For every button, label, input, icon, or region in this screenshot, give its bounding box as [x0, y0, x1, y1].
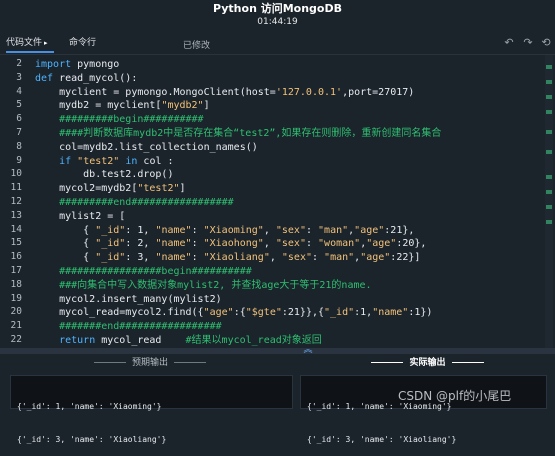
code-line: mylist2 = [: [35, 210, 126, 222]
code-line: mycol2=mydb2["test2"]: [35, 183, 186, 195]
window-title: Python 访问MongoDB: [212, 2, 343, 15]
tab-bar: 代码文件 ▸ 命令行 已修改 ↶ ↷ ⟲: [0, 32, 555, 55]
scrollbar-marker: [546, 220, 552, 224]
code-line: #################begin##########: [35, 266, 252, 277]
reset-icon[interactable]: ⟲: [539, 36, 553, 50]
code-line: db.test2.drop(): [35, 169, 174, 181]
line-number: 21: [10, 320, 22, 332]
code-line: def read_mycol():: [35, 72, 138, 84]
tab-code-file-label: 代码文件: [6, 38, 43, 48]
code-line: #########end#################: [35, 197, 234, 208]
panel-splitter[interactable]: [0, 348, 555, 354]
line-number: 9: [16, 154, 22, 166]
line-number: 22: [10, 334, 22, 345]
code-line: if "test2" in col :: [59, 155, 174, 167]
line-number: 15: [10, 237, 22, 249]
title-bar: Python 访问MongoDB 01:44:19: [0, 0, 555, 32]
modified-status: 已修改: [183, 41, 211, 51]
actual-output-label: 实际输出: [409, 358, 446, 368]
scrollbar-marker: [546, 65, 552, 69]
actual-output-header: 实际输出: [300, 356, 555, 370]
code-line: mycol_read=mycol2.find({"age":{"$gte":21…: [35, 307, 433, 319]
line-number: 13: [10, 209, 22, 221]
line-number: 18: [10, 278, 22, 290]
line-number: 11: [10, 182, 22, 194]
line-number: 7: [16, 127, 22, 138]
undo-icon[interactable]: ↶: [502, 36, 516, 50]
timer: 01:44:19: [257, 17, 298, 27]
scrollbar-marker: [546, 80, 552, 84]
line-number: 14: [10, 223, 22, 235]
code-line: import pymongo: [35, 59, 120, 70]
code-line: #########begin##########: [35, 114, 204, 126]
code-editor[interactable]: 2 3 4 5 6 7 8 9 10 11 12 13 14 15 16 17 18 19 20 21 22 impor…: [0, 55, 555, 348]
splitter-grip-icon[interactable]: ︽: [300, 345, 316, 355]
expected-output-label: 预期输出: [131, 358, 168, 368]
scrollbar-marker: [546, 130, 552, 134]
line-number-gutter: 2 3 4 5 6 7 8 9 10 11 12 13 14 15 16 17 18 19 20 21 22: [0, 55, 26, 348]
line-number: 8: [16, 140, 22, 152]
scrollbar-marker: [546, 95, 552, 99]
code-line: myclient = pymongo.MongoClient(host='127…: [35, 86, 415, 98]
line-number: 16: [10, 251, 22, 263]
scrollbar-marker: [546, 190, 552, 194]
scrollbar-marker: [546, 110, 552, 114]
code-line: #######end#################: [35, 321, 222, 333]
scrollbar-marker: [546, 150, 552, 154]
tab-code-file[interactable]: 代码文件 ▸: [6, 35, 48, 51]
line-number: 4: [16, 85, 22, 97]
line-number: 6: [16, 113, 22, 125]
code-line: ###向集合中写入数据对象mylist2, 并查找age大于等于21的name.: [35, 279, 372, 291]
line-number: 10: [10, 168, 22, 180]
caret-icon: ▸: [44, 39, 48, 47]
code-line: mycol2.insert_many(mylist2): [35, 293, 222, 305]
watermark: CSDN @plf的小尾巴: [398, 389, 512, 403]
active-tab-indicator: [6, 51, 54, 53]
line-number: 19: [10, 292, 22, 304]
line-number: 3: [16, 71, 22, 83]
tab-command-line[interactable]: 命令行: [69, 35, 96, 51]
scrollbar-marker: [546, 205, 552, 209]
expected-output-line: {'_id': 1, 'name': 'Xiaoming'}: [17, 402, 162, 411]
code-line: return mycol_read #结果以mycol_read对象返回: [59, 335, 322, 346]
actual-output-line: {'_id': 3, 'name': 'Xiaoliang'}: [307, 435, 457, 444]
code-line: col=mydb2.list_collection_names(): [35, 141, 258, 153]
code-line: ####判断数据库mydb2中是否存在集合“test2”,如果存在则删除，重新创…: [35, 128, 442, 139]
code-line: { "_id": 3, "name": "Xiaoliang", "sex": …: [35, 252, 421, 264]
expected-output-line: {'_id': 3, 'name': 'Xiaoliang'}: [17, 435, 167, 444]
code-line: mydb2 = myclient["mydb2"]: [35, 100, 210, 112]
code-line: { "_id": 2, "name": "Xiaohong", "sex": "…: [35, 238, 427, 250]
code-line: { "_id": 1, "name": "Xiaoming", "sex": "…: [35, 224, 415, 236]
expected-output-box: {'_id': 1, 'name': 'Xiaoming'} {'_id': 3…: [10, 375, 293, 444]
scrollbar-marker: [546, 175, 552, 179]
expected-output-header: 预期输出: [0, 356, 300, 370]
redo-icon[interactable]: ↷: [521, 36, 535, 50]
line-number: 5: [16, 99, 22, 111]
line-number: 17: [10, 265, 22, 276]
line-number: 20: [10, 306, 22, 318]
line-number: 12: [10, 196, 22, 207]
line-number: 2: [16, 58, 22, 69]
